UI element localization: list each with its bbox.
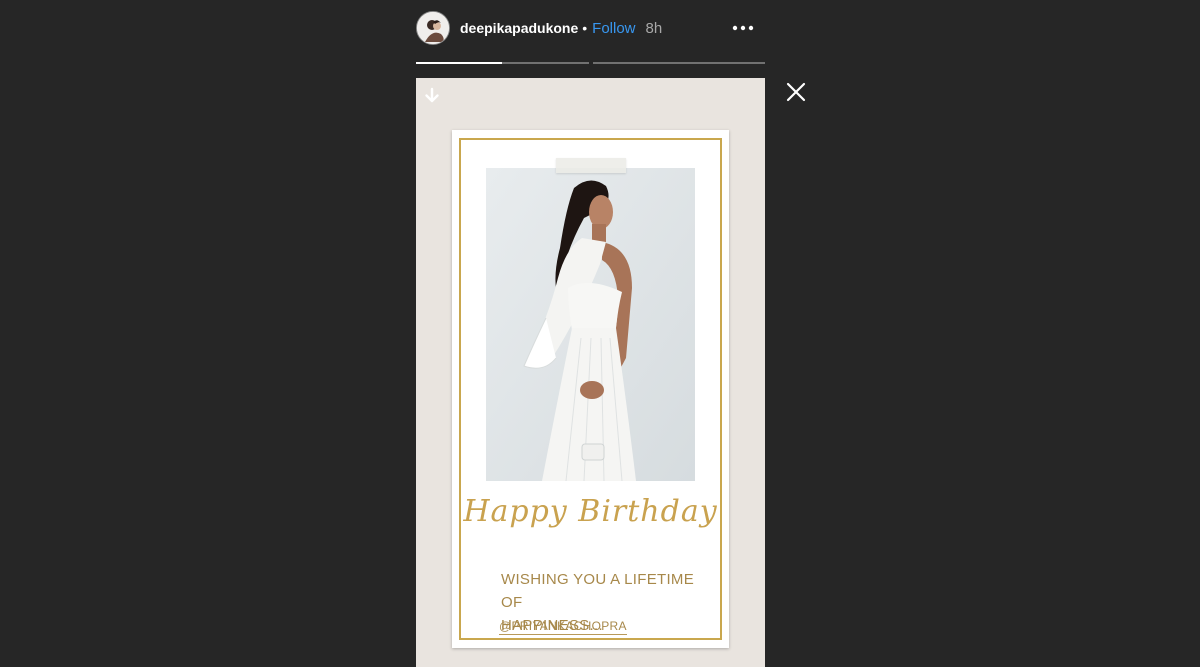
progress-segment [592,62,765,64]
story-header: deepikapadukone • Follow 8h [416,10,765,46]
avatar[interactable] [416,11,450,45]
birthday-card: Happy Birthday WISHING YOU A LIFETIME OF… [452,130,729,648]
avatar-image [417,12,449,44]
arrow-down-icon [425,87,439,103]
mention-tag[interactable]: @PRIYANKACHOPRA [499,619,627,635]
wish-line-1: WISHING YOU A LIFETIME OF [501,571,695,611]
close-button[interactable] [783,79,809,105]
card-photo [486,168,695,481]
follow-button[interactable]: Follow [592,20,635,37]
story-viewer: deepikapadukone • Follow 8h Happy Birthd… [0,0,1200,667]
more-horizontal-icon [732,25,754,31]
close-icon [786,82,806,102]
download-button[interactable] [422,86,442,106]
story-progress [416,62,765,64]
story-content[interactable]: Happy Birthday WISHING YOU A LIFETIME OF… [416,78,765,667]
separator-dot: • [582,20,588,36]
greeting-script: Happy Birthday [463,494,718,529]
photo-illustration [486,168,695,481]
username[interactable]: deepikapadukone [460,20,578,36]
more-options-button[interactable] [731,19,755,37]
progress-segment [416,62,589,64]
tape-strip [556,158,626,173]
post-time: 8h [645,19,663,37]
progress-fill [416,62,503,64]
